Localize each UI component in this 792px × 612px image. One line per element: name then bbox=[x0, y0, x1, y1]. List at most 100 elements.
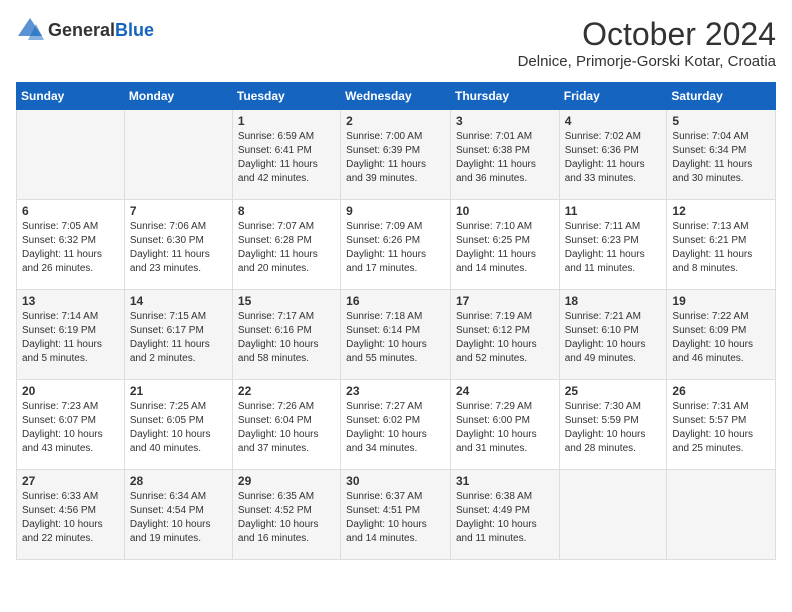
calendar-cell: 20 Sunrise: 7:23 AM Sunset: 6:07 PM Dayli… bbox=[17, 380, 125, 470]
calendar-cell: 1 Sunrise: 6:59 AM Sunset: 6:41 PM Daylig… bbox=[232, 110, 340, 200]
day-header-sunday: Sunday bbox=[17, 83, 125, 110]
day-header-wednesday: Wednesday bbox=[341, 83, 451, 110]
day-info: Sunrise: 6:35 AM Sunset: 4:52 PM Dayligh… bbox=[238, 490, 335, 546]
day-number: 19 bbox=[672, 294, 770, 308]
day-info: Sunrise: 7:25 AM Sunset: 6:05 PM Dayligh… bbox=[130, 400, 227, 456]
day-info: Sunrise: 7:09 AM Sunset: 6:26 PM Dayligh… bbox=[346, 220, 445, 276]
calendar-cell: 31 Sunrise: 6:38 AM Sunset: 4:49 PM Dayli… bbox=[450, 470, 559, 560]
calendar-cell bbox=[124, 110, 232, 200]
calendar-cell: 18Sunrise: 7:21 AM Sunset: 6:10 PM Dayli… bbox=[559, 290, 667, 380]
calendar-cell: 3 Sunrise: 7:01 AM Sunset: 6:38 PM Daylig… bbox=[450, 110, 559, 200]
location-title: Delnice, Primorje-Gorski Kotar, Croatia bbox=[518, 53, 776, 70]
calendar-cell: 25Sunrise: 7:30 AM Sunset: 5:59 PM Dayli… bbox=[559, 380, 667, 470]
day-number: 26 bbox=[672, 384, 770, 398]
day-info: Sunrise: 6:33 AM Sunset: 4:56 PM Dayligh… bbox=[22, 490, 119, 546]
calendar-week-4: 20 Sunrise: 7:23 AM Sunset: 6:07 PM Dayli… bbox=[17, 380, 776, 470]
day-info: Sunrise: 7:00 AM Sunset: 6:39 PM Dayligh… bbox=[346, 130, 445, 186]
day-info: Sunrise: 7:05 AM Sunset: 6:32 PM Dayligh… bbox=[22, 220, 119, 276]
day-header-monday: Monday bbox=[124, 83, 232, 110]
day-number: 10 bbox=[456, 204, 554, 218]
calendar-cell: 2 Sunrise: 7:00 AM Sunset: 6:39 PM Daylig… bbox=[341, 110, 451, 200]
day-number: 6 bbox=[22, 204, 119, 218]
calendar-cell: 8 Sunrise: 7:07 AM Sunset: 6:28 PM Daylig… bbox=[232, 200, 340, 290]
day-number: 1 bbox=[238, 114, 335, 128]
day-number: 13 bbox=[22, 294, 119, 308]
day-number: 20 bbox=[22, 384, 119, 398]
calendar-cell: 11Sunrise: 7:11 AM Sunset: 6:23 PM Dayli… bbox=[559, 200, 667, 290]
day-number: 4 bbox=[565, 114, 662, 128]
day-info: Sunrise: 7:18 AM Sunset: 6:14 PM Dayligh… bbox=[346, 310, 445, 366]
calendar-cell: 29Sunrise: 6:35 AM Sunset: 4:52 PM Dayli… bbox=[232, 470, 340, 560]
day-info: Sunrise: 7:31 AM Sunset: 5:57 PM Dayligh… bbox=[672, 400, 770, 456]
day-header-tuesday: Tuesday bbox=[232, 83, 340, 110]
month-title: October 2024 bbox=[518, 16, 776, 53]
calendar-week-3: 13 Sunrise: 7:14 AM Sunset: 6:19 PM Dayli… bbox=[17, 290, 776, 380]
day-header-saturday: Saturday bbox=[667, 83, 776, 110]
calendar-cell: 15Sunrise: 7:17 AM Sunset: 6:16 PM Dayli… bbox=[232, 290, 340, 380]
day-info: Sunrise: 7:22 AM Sunset: 6:09 PM Dayligh… bbox=[672, 310, 770, 366]
day-info: Sunrise: 7:29 AM Sunset: 6:00 PM Dayligh… bbox=[456, 400, 554, 456]
day-number: 23 bbox=[346, 384, 445, 398]
day-info: Sunrise: 7:07 AM Sunset: 6:28 PM Dayligh… bbox=[238, 220, 335, 276]
day-info: Sunrise: 6:37 AM Sunset: 4:51 PM Dayligh… bbox=[346, 490, 445, 546]
calendar-cell: 27 Sunrise: 6:33 AM Sunset: 4:56 PM Dayli… bbox=[17, 470, 125, 560]
day-info: Sunrise: 7:15 AM Sunset: 6:17 PM Dayligh… bbox=[130, 310, 227, 366]
day-info: Sunrise: 6:38 AM Sunset: 4:49 PM Dayligh… bbox=[456, 490, 554, 546]
day-info: Sunrise: 7:21 AM Sunset: 6:10 PM Dayligh… bbox=[565, 310, 662, 366]
logo-text-general: General bbox=[48, 20, 115, 40]
day-number: 31 bbox=[456, 474, 554, 488]
day-number: 25 bbox=[565, 384, 662, 398]
day-info: Sunrise: 7:13 AM Sunset: 6:21 PM Dayligh… bbox=[672, 220, 770, 276]
calendar-cell: 21 Sunrise: 7:25 AM Sunset: 6:05 PM Dayli… bbox=[124, 380, 232, 470]
day-info: Sunrise: 7:01 AM Sunset: 6:38 PM Dayligh… bbox=[456, 130, 554, 186]
calendar-cell: 7Sunrise: 7:06 AM Sunset: 6:30 PM Daylig… bbox=[124, 200, 232, 290]
calendar-cell: 30Sunrise: 6:37 AM Sunset: 4:51 PM Dayli… bbox=[341, 470, 451, 560]
day-info: Sunrise: 7:26 AM Sunset: 6:04 PM Dayligh… bbox=[238, 400, 335, 456]
day-number: 21 bbox=[130, 384, 227, 398]
day-number: 8 bbox=[238, 204, 335, 218]
logo: GeneralBlue bbox=[16, 16, 154, 44]
day-number: 9 bbox=[346, 204, 445, 218]
calendar-cell: 13 Sunrise: 7:14 AM Sunset: 6:19 PM Dayli… bbox=[17, 290, 125, 380]
calendar-cell: 10 Sunrise: 7:10 AM Sunset: 6:25 PM Dayli… bbox=[450, 200, 559, 290]
calendar-cell: 22 Sunrise: 7:26 AM Sunset: 6:04 PM Dayli… bbox=[232, 380, 340, 470]
day-number: 15 bbox=[238, 294, 335, 308]
day-number: 11 bbox=[565, 204, 662, 218]
logo-text-blue: Blue bbox=[115, 20, 154, 40]
calendar-header-row: SundayMondayTuesdayWednesdayThursdayFrid… bbox=[17, 83, 776, 110]
title-block: October 2024 Delnice, Primorje-Gorski Ko… bbox=[518, 16, 776, 70]
calendar-cell: 28Sunrise: 6:34 AM Sunset: 4:54 PM Dayli… bbox=[124, 470, 232, 560]
day-info: Sunrise: 7:10 AM Sunset: 6:25 PM Dayligh… bbox=[456, 220, 554, 276]
calendar-cell: 26 Sunrise: 7:31 AM Sunset: 5:57 PM Dayli… bbox=[667, 380, 776, 470]
calendar-cell: 24 Sunrise: 7:29 AM Sunset: 6:00 PM Dayli… bbox=[450, 380, 559, 470]
day-number: 12 bbox=[672, 204, 770, 218]
day-number: 22 bbox=[238, 384, 335, 398]
calendar-cell: 14Sunrise: 7:15 AM Sunset: 6:17 PM Dayli… bbox=[124, 290, 232, 380]
calendar-cell bbox=[17, 110, 125, 200]
day-info: Sunrise: 7:19 AM Sunset: 6:12 PM Dayligh… bbox=[456, 310, 554, 366]
day-number: 3 bbox=[456, 114, 554, 128]
calendar-cell: 4Sunrise: 7:02 AM Sunset: 6:36 PM Daylig… bbox=[559, 110, 667, 200]
calendar-cell: 19 Sunrise: 7:22 AM Sunset: 6:09 PM Dayli… bbox=[667, 290, 776, 380]
day-header-friday: Friday bbox=[559, 83, 667, 110]
day-number: 24 bbox=[456, 384, 554, 398]
day-info: Sunrise: 7:14 AM Sunset: 6:19 PM Dayligh… bbox=[22, 310, 119, 366]
page-header: GeneralBlue October 2024 Delnice, Primor… bbox=[16, 16, 776, 70]
day-number: 16 bbox=[346, 294, 445, 308]
calendar-cell: 16 Sunrise: 7:18 AM Sunset: 6:14 PM Dayli… bbox=[341, 290, 451, 380]
calendar-week-5: 27 Sunrise: 6:33 AM Sunset: 4:56 PM Dayli… bbox=[17, 470, 776, 560]
day-number: 27 bbox=[22, 474, 119, 488]
day-number: 17 bbox=[456, 294, 554, 308]
calendar-cell: 5Sunrise: 7:04 AM Sunset: 6:34 PM Daylig… bbox=[667, 110, 776, 200]
day-info: Sunrise: 6:34 AM Sunset: 4:54 PM Dayligh… bbox=[130, 490, 227, 546]
calendar-cell: 23Sunrise: 7:27 AM Sunset: 6:02 PM Dayli… bbox=[341, 380, 451, 470]
day-info: Sunrise: 6:59 AM Sunset: 6:41 PM Dayligh… bbox=[238, 130, 335, 186]
day-info: Sunrise: 7:23 AM Sunset: 6:07 PM Dayligh… bbox=[22, 400, 119, 456]
calendar-table: SundayMondayTuesdayWednesdayThursdayFrid… bbox=[16, 82, 776, 560]
day-number: 2 bbox=[346, 114, 445, 128]
calendar-cell: 6 Sunrise: 7:05 AM Sunset: 6:32 PM Daylig… bbox=[17, 200, 125, 290]
calendar-cell: 17 Sunrise: 7:19 AM Sunset: 6:12 PM Dayli… bbox=[450, 290, 559, 380]
day-number: 7 bbox=[130, 204, 227, 218]
day-header-thursday: Thursday bbox=[450, 83, 559, 110]
calendar-cell bbox=[667, 470, 776, 560]
